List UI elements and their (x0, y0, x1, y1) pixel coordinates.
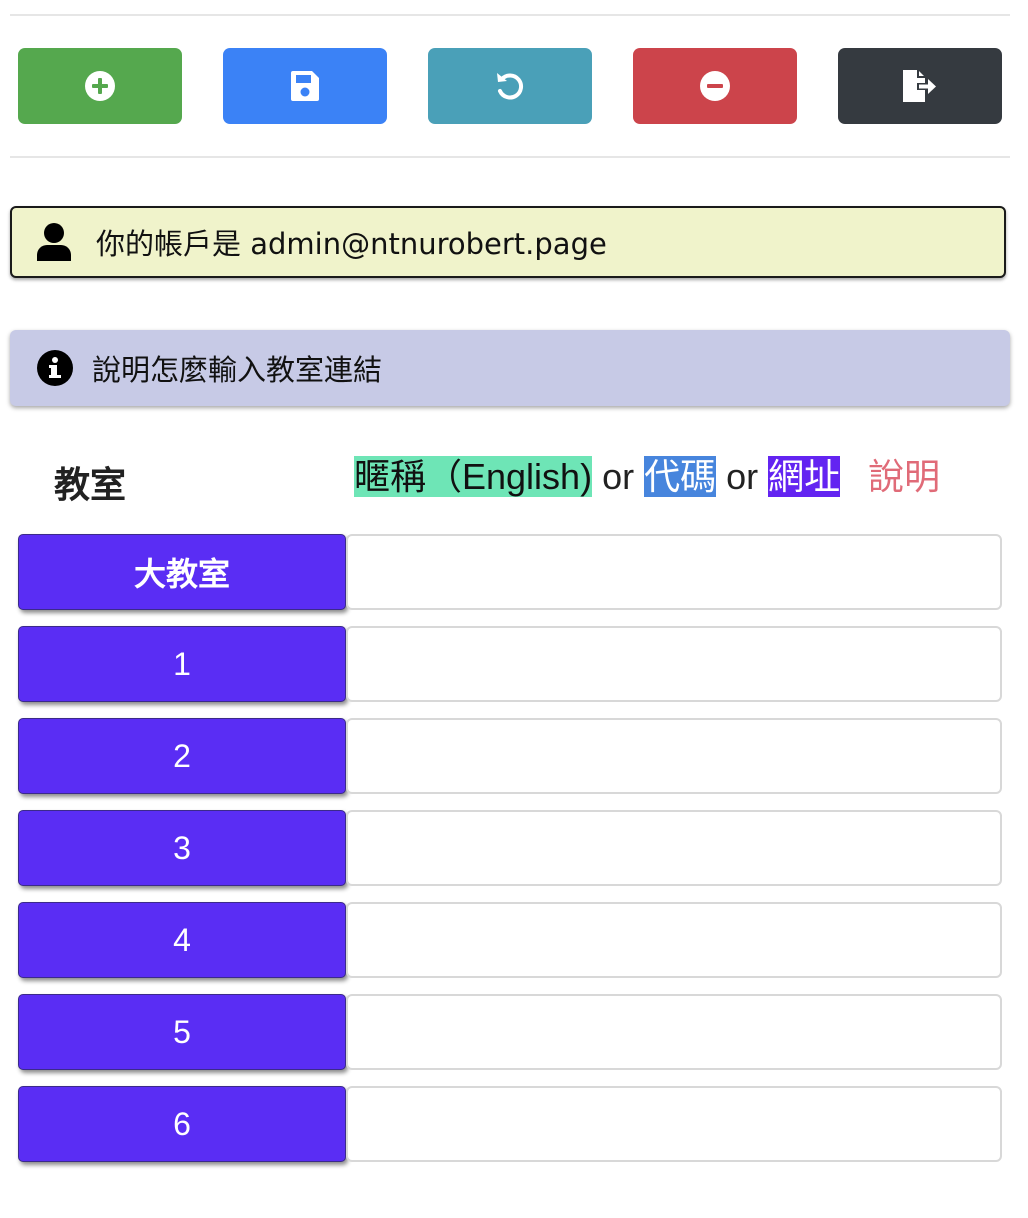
toolbar (18, 48, 1002, 124)
room-button-main[interactable]: 大教室 (18, 534, 346, 610)
room-row: 2 (18, 718, 1002, 794)
minus-circle-icon (700, 71, 730, 101)
help-banner-text: 說明怎麼輸入教室連結 (92, 353, 383, 387)
room-row: 4 (18, 902, 1002, 978)
nickname-chip: 暱稱（English) (354, 456, 593, 497)
room-button-4[interactable]: 4 (18, 902, 346, 978)
classroom-header: 教室 暱稱（English) or 代碼 or 網址 說明 (0, 448, 1028, 510)
code-chip: 代碼 (644, 456, 717, 497)
room-link-input[interactable] (346, 810, 1002, 886)
or-separator: or (602, 456, 635, 497)
exit-button[interactable] (838, 48, 1002, 124)
room-row: 6 (18, 1086, 1002, 1162)
room-button-2[interactable]: 2 (18, 718, 346, 794)
reset-button[interactable] (428, 48, 592, 124)
room-row: 5 (18, 994, 1002, 1070)
top-divider (10, 14, 1010, 16)
floppy-disk-icon (291, 71, 319, 101)
room-button-5[interactable]: 5 (18, 994, 346, 1070)
classroom-title: 教室 (54, 465, 127, 506)
account-text: 你的帳戶是 admin@ntnurobert.page (96, 227, 607, 261)
room-list: 大教室 1 2 3 4 5 6 (18, 534, 1002, 1178)
help-banner[interactable]: 說明怎麼輸入教室連結 (10, 330, 1010, 406)
room-link-input[interactable] (346, 994, 1002, 1070)
room-button-6[interactable]: 6 (18, 1086, 346, 1162)
room-link-input[interactable] (346, 534, 1002, 610)
room-row: 1 (18, 626, 1002, 702)
room-link-input[interactable] (346, 626, 1002, 702)
sign-out-file-icon (903, 70, 936, 102)
undo-icon (497, 73, 524, 100)
room-link-input[interactable] (346, 718, 1002, 794)
save-button[interactable] (223, 48, 387, 124)
help-link[interactable]: 說明 (868, 456, 940, 497)
or-separator: or (726, 456, 759, 497)
remove-button[interactable] (633, 48, 797, 124)
user-icon (36, 222, 72, 262)
room-link-input[interactable] (346, 902, 1002, 978)
account-banner: 你的帳戶是 admin@ntnurobert.page (10, 206, 1006, 278)
room-button-3[interactable]: 3 (18, 810, 346, 886)
room-row: 大教室 (18, 534, 1002, 610)
link-format-legend: 暱稱（English) or 代碼 or 網址 說明 (354, 454, 940, 500)
info-circle-icon (36, 349, 74, 387)
room-link-input[interactable] (346, 1086, 1002, 1162)
toolbar-divider (10, 156, 1010, 158)
room-row: 3 (18, 810, 1002, 886)
add-button[interactable] (18, 48, 182, 124)
plus-circle-icon (85, 71, 115, 101)
url-chip: 網址 (768, 456, 841, 497)
room-button-1[interactable]: 1 (18, 626, 346, 702)
